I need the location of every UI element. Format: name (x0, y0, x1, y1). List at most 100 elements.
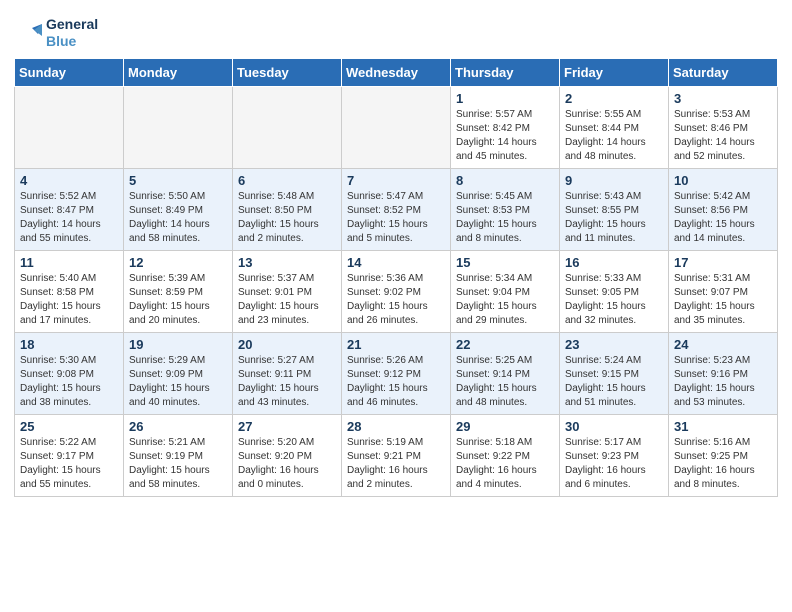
calendar-week-4: 18Sunrise: 5:30 AMSunset: 9:08 PMDayligh… (15, 332, 778, 414)
calendar-day: 3 Sunrise: 5:53 AMSunset: 8:46 PMDaylight… (669, 86, 778, 168)
logo: General Blue (20, 16, 98, 50)
weekday-header-wednesday: Wednesday (342, 58, 451, 86)
day-info: Sunrise: 5:17 AMSunset: 9:23 PMDaylight:… (565, 436, 663, 492)
weekday-header-sunday: Sunday (15, 58, 124, 86)
logo-wrapper: General Blue (20, 16, 98, 50)
day-number: 15 (456, 255, 554, 270)
day-number: 13 (238, 255, 336, 270)
calendar-day: 19 Sunrise: 5:29 AMSunset: 9:09 PMDayligh… (124, 332, 233, 414)
calendar-day: 17 Sunrise: 5:31 AMSunset: 9:07 PMDayligh… (669, 250, 778, 332)
day-number: 11 (20, 255, 118, 270)
calendar-day (342, 86, 451, 168)
day-info: Sunrise: 5:25 AMSunset: 9:14 PMDaylight:… (456, 354, 554, 410)
day-info: Sunrise: 5:42 AMSunset: 8:56 PMDaylight:… (674, 190, 772, 246)
calendar-day: 13 Sunrise: 5:37 AMSunset: 9:01 PMDayligh… (233, 250, 342, 332)
day-number: 24 (674, 337, 772, 352)
page-header: General Blue (0, 0, 792, 58)
day-info: Sunrise: 5:36 AMSunset: 9:02 PMDaylight:… (347, 272, 445, 328)
calendar-day: 4 Sunrise: 5:52 AMSunset: 8:47 PMDaylight… (15, 168, 124, 250)
day-info: Sunrise: 5:48 AMSunset: 8:50 PMDaylight:… (238, 190, 336, 246)
calendar-week-2: 4 Sunrise: 5:52 AMSunset: 8:47 PMDaylight… (15, 168, 778, 250)
day-number: 27 (238, 419, 336, 434)
day-info: Sunrise: 5:39 AMSunset: 8:59 PMDaylight:… (129, 272, 227, 328)
calendar-week-5: 25 Sunrise: 5:22 AMSunset: 9:17 PMDayligh… (15, 414, 778, 496)
calendar-day: 26Sunrise: 5:21 AMSunset: 9:19 PMDayligh… (124, 414, 233, 496)
calendar-container: SundayMondayTuesdayWednesdayThursdayFrid… (0, 58, 792, 511)
calendar-day: 31 Sunrise: 5:16 AMSunset: 9:25 PMDayligh… (669, 414, 778, 496)
day-number: 3 (674, 91, 772, 106)
day-info: Sunrise: 5:16 AMSunset: 9:25 PMDaylight:… (674, 436, 772, 492)
day-number: 21 (347, 337, 445, 352)
day-info: Sunrise: 5:29 AMSunset: 9:09 PMDaylight:… (129, 354, 227, 410)
calendar-day: 11 Sunrise: 5:40 AMSunset: 8:58 PMDayligh… (15, 250, 124, 332)
day-info: Sunrise: 5:43 AMSunset: 8:55 PMDaylight:… (565, 190, 663, 246)
day-number: 19 (129, 337, 227, 352)
calendar-day: 14 Sunrise: 5:36 AMSunset: 9:02 PMDayligh… (342, 250, 451, 332)
calendar-day: 28 Sunrise: 5:19 AMSunset: 9:21 PMDayligh… (342, 414, 451, 496)
day-info: Sunrise: 5:40 AMSunset: 8:58 PMDaylight:… (20, 272, 118, 328)
calendar-day: 24Sunrise: 5:23 AMSunset: 9:16 PMDayligh… (669, 332, 778, 414)
calendar-day: 2Sunrise: 5:55 AMSunset: 8:44 PMDaylight… (560, 86, 669, 168)
day-number: 23 (565, 337, 663, 352)
calendar-week-3: 11 Sunrise: 5:40 AMSunset: 8:58 PMDayligh… (15, 250, 778, 332)
weekday-header-friday: Friday (560, 58, 669, 86)
day-number: 7 (347, 173, 445, 188)
day-info: Sunrise: 5:22 AMSunset: 9:17 PMDaylight:… (20, 436, 118, 492)
day-info: Sunrise: 5:19 AMSunset: 9:21 PMDaylight:… (347, 436, 445, 492)
day-number: 28 (347, 419, 445, 434)
day-info: Sunrise: 5:21 AMSunset: 9:19 PMDaylight:… (129, 436, 227, 492)
calendar-body: 1Sunrise: 5:57 AMSunset: 8:42 PMDaylight… (15, 86, 778, 496)
day-info: Sunrise: 5:50 AMSunset: 8:49 PMDaylight:… (129, 190, 227, 246)
day-info: Sunrise: 5:27 AMSunset: 9:11 PMDaylight:… (238, 354, 336, 410)
day-info: Sunrise: 5:24 AMSunset: 9:15 PMDaylight:… (565, 354, 663, 410)
calendar-day: 9 Sunrise: 5:43 AMSunset: 8:55 PMDaylight… (560, 168, 669, 250)
calendar-day (124, 86, 233, 168)
day-info: Sunrise: 5:18 AMSunset: 9:22 PMDaylight:… (456, 436, 554, 492)
weekday-header-thursday: Thursday (451, 58, 560, 86)
logo-bird-icon (20, 22, 42, 44)
calendar-day: 20 Sunrise: 5:27 AMSunset: 9:11 PMDayligh… (233, 332, 342, 414)
day-info: Sunrise: 5:57 AMSunset: 8:42 PMDaylight:… (456, 108, 554, 164)
calendar-day: 10 Sunrise: 5:42 AMSunset: 8:56 PMDayligh… (669, 168, 778, 250)
calendar-day: 7 Sunrise: 5:47 AMSunset: 8:52 PMDaylight… (342, 168, 451, 250)
logo-text: General Blue (46, 16, 98, 50)
calendar-day: 6Sunrise: 5:48 AMSunset: 8:50 PMDaylight… (233, 168, 342, 250)
day-number: 9 (565, 173, 663, 188)
calendar-day (15, 86, 124, 168)
day-number: 12 (129, 255, 227, 270)
calendar-day: 27Sunrise: 5:20 AMSunset: 9:20 PMDayligh… (233, 414, 342, 496)
weekday-header-monday: Monday (124, 58, 233, 86)
calendar-day: 12 Sunrise: 5:39 AMSunset: 8:59 PMDayligh… (124, 250, 233, 332)
day-number: 14 (347, 255, 445, 270)
day-info: Sunrise: 5:45 AMSunset: 8:53 PMDaylight:… (456, 190, 554, 246)
calendar-week-1: 1Sunrise: 5:57 AMSunset: 8:42 PMDaylight… (15, 86, 778, 168)
calendar-day: 5Sunrise: 5:50 AMSunset: 8:49 PMDaylight… (124, 168, 233, 250)
calendar-day: 25 Sunrise: 5:22 AMSunset: 9:17 PMDayligh… (15, 414, 124, 496)
day-info: Sunrise: 5:52 AMSunset: 8:47 PMDaylight:… (20, 190, 118, 246)
day-info: Sunrise: 5:30 AMSunset: 9:08 PMDaylight:… (20, 354, 118, 410)
calendar-day: 18Sunrise: 5:30 AMSunset: 9:08 PMDayligh… (15, 332, 124, 414)
day-info: Sunrise: 5:31 AMSunset: 9:07 PMDaylight:… (674, 272, 772, 328)
calendar-day: 1Sunrise: 5:57 AMSunset: 8:42 PMDaylight… (451, 86, 560, 168)
calendar-day: 21Sunrise: 5:26 AMSunset: 9:12 PMDayligh… (342, 332, 451, 414)
day-number: 31 (674, 419, 772, 434)
day-info: Sunrise: 5:34 AMSunset: 9:04 PMDaylight:… (456, 272, 554, 328)
calendar-day: 29 Sunrise: 5:18 AMSunset: 9:22 PMDayligh… (451, 414, 560, 496)
weekday-header-row: SundayMondayTuesdayWednesdayThursdayFrid… (15, 58, 778, 86)
day-number: 4 (20, 173, 118, 188)
day-number: 20 (238, 337, 336, 352)
day-number: 30 (565, 419, 663, 434)
calendar-day: 22Sunrise: 5:25 AMSunset: 9:14 PMDayligh… (451, 332, 560, 414)
day-number: 17 (674, 255, 772, 270)
weekday-header-tuesday: Tuesday (233, 58, 342, 86)
day-number: 10 (674, 173, 772, 188)
day-info: Sunrise: 5:53 AMSunset: 8:46 PMDaylight:… (674, 108, 772, 164)
day-number: 8 (456, 173, 554, 188)
day-number: 29 (456, 419, 554, 434)
day-info: Sunrise: 5:47 AMSunset: 8:52 PMDaylight:… (347, 190, 445, 246)
day-number: 2 (565, 91, 663, 106)
calendar-day: 15 Sunrise: 5:34 AMSunset: 9:04 PMDayligh… (451, 250, 560, 332)
day-info: Sunrise: 5:37 AMSunset: 9:01 PMDaylight:… (238, 272, 336, 328)
day-number: 25 (20, 419, 118, 434)
calendar-day: 30 Sunrise: 5:17 AMSunset: 9:23 PMDayligh… (560, 414, 669, 496)
